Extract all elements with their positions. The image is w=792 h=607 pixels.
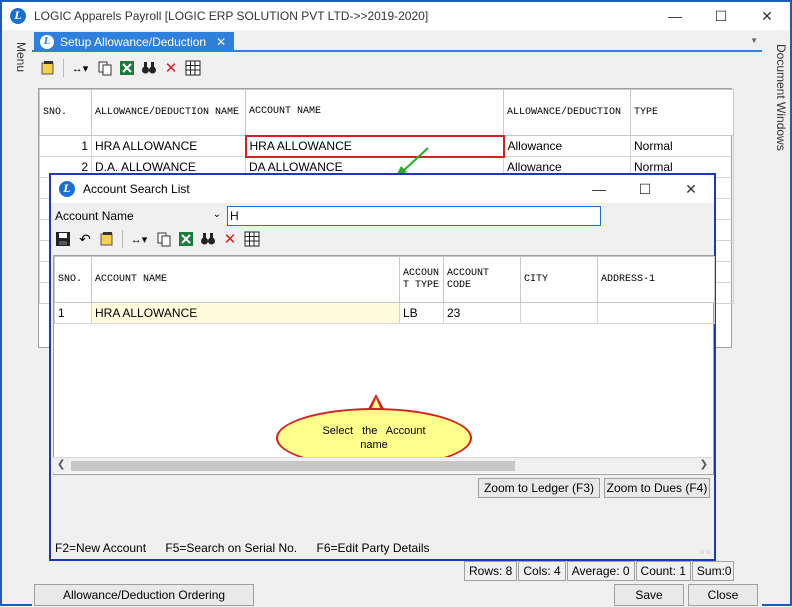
dialog-close-icon[interactable]: ✕ [668,175,714,203]
delete-icon[interactable]: ✕ [161,58,181,78]
col-header-account-name[interactable]: ACCOUNT NAME [245,89,504,136]
side-menu-tab[interactable]: Menu [4,30,28,110]
app-logo-icon: L [10,8,26,24]
cell-sno[interactable]: 1 [54,302,92,324]
cell-sno[interactable]: 1 [39,135,92,157]
dialog-title: Account Search List [83,182,190,196]
cell-address[interactable] [597,302,715,324]
dialog-window-controls: — ☐ ✕ [576,175,714,203]
shortcut-edit-party: F6=Edit Party Details [316,541,430,555]
dialog-footer: F2=New Account F5=Search on Serial No. F… [53,541,712,559]
excel-export-icon[interactable] [176,229,196,249]
account-search-dialog: L Account Search List — ☐ ✕ Account Name… [49,173,716,561]
status-cols: Cols: 4 [518,561,566,581]
chevron-down-icon: ⌄ [212,209,221,220]
toolbar-separator [122,230,123,248]
search-input[interactable] [227,206,601,226]
dialog-toolbar: ↶ ↔▾ ✕ [53,227,264,251]
column-width-icon[interactable]: ↔▾ [126,229,152,249]
col-header-type[interactable]: TYPE [630,89,734,136]
account-table: SNO. ACCOUNT NAME ACCOUNT TYPE ACCOUNT C… [54,256,715,324]
maximize-icon[interactable]: ☐ [698,2,744,30]
notes-icon[interactable] [38,58,58,78]
binoculars-search-icon[interactable] [139,58,159,78]
cell-city[interactable] [520,302,598,324]
cell-account-name-selected[interactable]: HRA ALLOWANCE [244,134,505,158]
col-header-allowance-name[interactable]: ALLOWANCE/DEDUCTION NAME [91,89,246,136]
cell-account-code[interactable]: 23 [443,302,521,324]
account-grid[interactable]: SNO. ACCOUNT NAME ACCOUNT TYPE ACCOUNT C… [53,255,715,475]
notes-icon[interactable] [97,229,117,249]
col-header-address[interactable]: ADDRESS-1 [597,256,715,303]
copy-icon[interactable] [95,58,115,78]
shortcut-search-serial: F5=Search on Serial No. [165,541,298,555]
search-field-select[interactable]: Account Name ⌄ [53,207,225,227]
col-header-account-name[interactable]: ACCOUNT NAME [91,256,400,303]
zoom-to-dues-button[interactable]: Zoom to Dues (F4) [604,478,710,498]
shortcut-new-account: F2=New Account [55,541,147,555]
col-header-sno[interactable]: SNO. [39,89,92,136]
close-button[interactable]: Close [688,584,758,606]
copy-icon[interactable] [154,229,174,249]
document-windows-tab[interactable]: Document Windows [764,38,788,151]
tab-logo-icon: L [40,35,54,49]
horizontal-scrollbar[interactable]: ❮ ❯ [53,457,712,473]
binoculars-search-icon[interactable] [198,229,218,249]
cell-allowance-name[interactable]: HRA ALLOWANCE [91,135,246,157]
search-field-value: Account Name [55,209,134,223]
dialog-maximize-icon[interactable]: ☐ [622,175,668,203]
main-toolbar: ↔▾ ✕ [38,56,205,80]
status-sum: Sum:0 [691,561,734,581]
dialog-title-bar: L Account Search List — ☐ ✕ [51,175,714,203]
cell-account-name[interactable]: HRA ALLOWANCE [91,302,400,324]
delete-icon[interactable]: ✕ [220,229,240,249]
save-icon[interactable] [53,229,73,249]
table-row[interactable]: 1 HRA ALLOWANCE HRA ALLOWANCE Allowance … [39,134,734,158]
table-row[interactable]: 1 HRA ALLOWANCE LB 23 [54,302,715,324]
col-header-sno[interactable]: SNO. [54,256,92,303]
minimize-icon[interactable]: — [652,2,698,30]
search-row: Account Name ⌄ [53,205,712,227]
dialog-minimize-icon[interactable]: — [576,175,622,203]
status-bar: Rows: 8 Cols: 4 Average: 0 Count: 1 Sum:… [464,561,735,581]
tab-setup-allowance-deduction[interactable]: L Setup Allowance/Deduction ✕ [34,32,235,52]
column-width-icon[interactable]: ↔▾ [67,58,93,78]
close-icon[interactable]: ✕ [744,2,790,30]
title-bar: L LOGIC Apparels Payroll [LOGIC ERP SOLU… [2,2,790,30]
table-header-row: SNO. ACCOUNT NAME ACCOUNT TYPE ACCOUNT C… [54,256,715,303]
window-controls: — ☐ ✕ [652,2,790,30]
zoom-to-ledger-button[interactable]: Zoom to Ledger (F3) [478,478,600,498]
toolbar-separator [63,59,64,77]
col-header-account-type[interactable]: ACCOUNT TYPE [399,256,444,303]
status-rows: Rows: 8 [464,561,518,581]
col-header-allowance-deduction[interactable]: ALLOWANCE/DEDUCTION [503,89,631,136]
cell-allowance-deduction[interactable]: Allowance [503,135,631,157]
dialog-logo-icon: L [59,181,75,197]
tab-close-icon[interactable]: ✕ [216,35,226,49]
col-header-account-code[interactable]: ACCOUNT CODE [443,256,521,303]
allowance-deduction-ordering-button[interactable]: Allowance/Deduction Ordering [34,584,254,606]
tab-label: Setup Allowance/Deduction [60,35,207,49]
cell-account-type[interactable]: LB [399,302,444,324]
resize-grip-icon[interactable]: ⁘⁘ [699,548,712,557]
scroll-right-icon[interactable]: ❯ [700,459,708,470]
tab-list-dropdown-icon[interactable]: ▼ [750,36,758,45]
save-button[interactable]: Save [614,584,684,606]
excel-export-icon[interactable] [117,58,137,78]
col-header-city[interactable]: CITY [520,256,598,303]
scroll-thumb[interactable] [71,461,515,471]
table-header-row: SNO. ALLOWANCE/DEDUCTION NAME ACCOUNT NA… [39,89,734,136]
status-count: Count: 1 [635,561,691,581]
grid-icon[interactable] [242,229,262,249]
document-tabstrip: L Setup Allowance/Deduction ✕ ▼ [32,30,762,52]
undo-icon[interactable]: ↶ [75,229,95,249]
window-title: LOGIC Apparels Payroll [LOGIC ERP SOLUTI… [34,9,429,23]
grid-icon[interactable] [183,58,203,78]
cell-type[interactable]: Normal [630,135,734,157]
status-average: Average: 0 [566,561,635,581]
scroll-left-icon[interactable]: ❮ [57,459,65,470]
